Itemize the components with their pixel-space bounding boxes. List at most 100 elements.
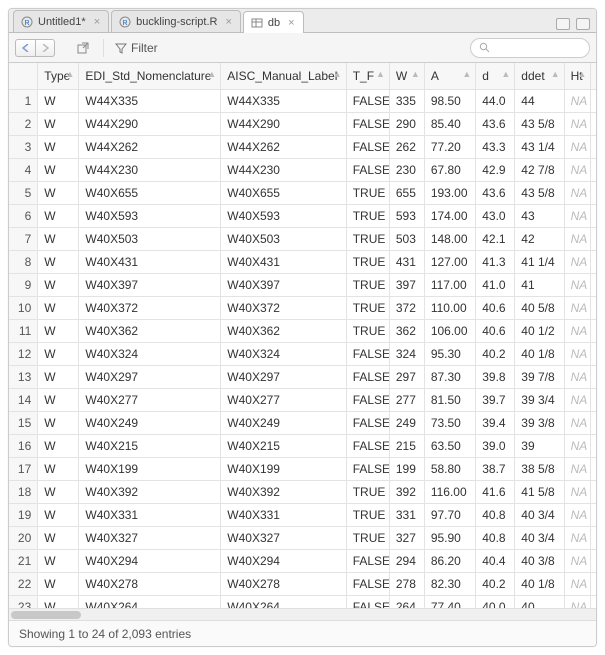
maximize-pane-icon[interactable] xyxy=(576,18,590,30)
cell: W40X215 xyxy=(79,434,221,457)
table-row[interactable]: 23WW40X264W40X264FALSE26477.4040.040NANA xyxy=(9,595,596,608)
table-row[interactable]: 10WW40X372W40X372TRUE372110.0040.640 5/8… xyxy=(9,296,596,319)
cell: W xyxy=(38,319,79,342)
close-icon[interactable]: × xyxy=(288,17,294,29)
sort-icon: ▲ xyxy=(462,69,471,79)
cell: 324 xyxy=(389,342,424,365)
table-row[interactable]: 12WW40X324W40X324FALSE32495.3040.240 1/8… xyxy=(9,342,596,365)
cell: W44X335 xyxy=(79,89,221,112)
cell: NA xyxy=(564,296,591,319)
table-row[interactable]: 13WW40X297W40X297FALSE29787.3039.839 7/8… xyxy=(9,365,596,388)
table-row[interactable]: 11WW40X362W40X362TRUE362106.0040.640 1/2… xyxy=(9,319,596,342)
cell: 278 xyxy=(389,572,424,595)
search-icon xyxy=(479,42,494,53)
table-row[interactable]: 16WW40X215W40X215FALSE21563.5039.039NANA xyxy=(9,434,596,457)
cell: 127.00 xyxy=(424,250,475,273)
cell: 58.80 xyxy=(424,457,475,480)
col-w[interactable]: W▲ xyxy=(389,63,424,89)
col-edi[interactable]: EDI_Std_Nomenclature▲ xyxy=(79,63,221,89)
close-icon[interactable]: × xyxy=(225,16,231,28)
cell: 39.4 xyxy=(476,411,515,434)
cell: 18 xyxy=(9,480,38,503)
horizontal-scrollbar[interactable] xyxy=(9,608,596,620)
filter-button[interactable]: Filter xyxy=(115,41,158,55)
cell: W xyxy=(38,480,79,503)
close-icon[interactable]: × xyxy=(94,16,100,28)
table-row[interactable]: 14WW40X277W40X277FALSE27781.5039.739 3/4… xyxy=(9,388,596,411)
cell: 23 xyxy=(9,595,38,608)
table-row[interactable]: 2WW44X290W44X290FALSE29085.4043.643 5/8N… xyxy=(9,112,596,135)
table-row[interactable]: 7WW40X503W40X503TRUE503148.0042.142NANA xyxy=(9,227,596,250)
cell: 38 5/8 xyxy=(515,457,564,480)
cell: NA xyxy=(564,526,591,549)
table-icon xyxy=(250,16,264,30)
tab-db[interactable]: db × xyxy=(243,11,304,33)
scrollbar-thumb[interactable] xyxy=(11,611,81,619)
tab-buckling-script[interactable]: R buckling-script.R × xyxy=(111,10,241,32)
table-row[interactable]: 5WW40X655W40X655TRUE655193.0043.643 5/8N… xyxy=(9,181,596,204)
cell: 593 xyxy=(389,204,424,227)
cell: 503 xyxy=(389,227,424,250)
col-d[interactable]: d▲ xyxy=(476,63,515,89)
cell: W xyxy=(38,457,79,480)
cell: W xyxy=(38,296,79,319)
col-type[interactable]: Type▲ xyxy=(38,63,79,89)
cell: 43.3 xyxy=(476,135,515,158)
cell: NA xyxy=(564,503,591,526)
cell: FALSE xyxy=(346,434,389,457)
col-rownum[interactable] xyxy=(9,63,38,89)
col-h[interactable]: h▲ xyxy=(591,63,596,89)
cell: W xyxy=(38,549,79,572)
cell: 13 xyxy=(9,365,38,388)
search-field[interactable] xyxy=(494,41,574,55)
table-row[interactable]: 17WW40X199W40X199FALSE19958.8038.738 5/8… xyxy=(9,457,596,480)
cell: W40X294 xyxy=(221,549,346,572)
table-row[interactable]: 15WW40X249W40X249FALSE24973.5039.439 3/8… xyxy=(9,411,596,434)
table-row[interactable]: 8WW40X431W40X431TRUE431127.0041.341 1/4N… xyxy=(9,250,596,273)
table-row[interactable]: 1WW44X335W44X335FALSE33598.5044.044NANA xyxy=(9,89,596,112)
cell: 39.8 xyxy=(476,365,515,388)
cell: W40X392 xyxy=(221,480,346,503)
table-row[interactable]: 9WW40X397W40X397TRUE397117.0041.041NANA xyxy=(9,273,596,296)
back-button[interactable] xyxy=(15,39,35,57)
cell: NA xyxy=(564,411,591,434)
data-viewer-panel: R Untitled1* × R buckling-script.R × db … xyxy=(8,8,597,647)
table-row[interactable]: 21WW40X294W40X294FALSE29486.2040.440 3/8… xyxy=(9,549,596,572)
popout-icon[interactable] xyxy=(73,39,93,57)
table-row[interactable]: 3WW44X262W44X262FALSE26277.2043.343 1/4N… xyxy=(9,135,596,158)
table-row[interactable]: 20WW40X327W40X327TRUE32795.9040.840 3/4N… xyxy=(9,526,596,549)
cell: 40 1/8 xyxy=(515,572,564,595)
cell: 335 xyxy=(389,89,424,112)
sort-icon: ▲ xyxy=(65,69,74,79)
cell: 40 xyxy=(515,595,564,608)
cell: 40.8 xyxy=(476,526,515,549)
cell: W xyxy=(38,595,79,608)
cell: W xyxy=(38,227,79,250)
col-tf[interactable]: T_F▲ xyxy=(346,63,389,89)
cell: W40X215 xyxy=(221,434,346,457)
table-row[interactable]: 6WW40X593W40X593TRUE593174.0043.043NANA xyxy=(9,204,596,227)
table-row[interactable]: 19WW40X331W40X331TRUE33197.7040.840 3/4N… xyxy=(9,503,596,526)
minimize-pane-icon[interactable] xyxy=(556,18,570,30)
cell: FALSE xyxy=(346,388,389,411)
cell: W40X264 xyxy=(79,595,221,608)
cell: 42.1 xyxy=(476,227,515,250)
col-ddet[interactable]: ddet▲ xyxy=(515,63,564,89)
col-a[interactable]: A▲ xyxy=(424,63,475,89)
table-row[interactable]: 18WW40X392W40X392TRUE392116.0041.641 5/8… xyxy=(9,480,596,503)
col-ht[interactable]: Ht▲ xyxy=(564,63,591,89)
cell: W40X297 xyxy=(221,365,346,388)
forward-button[interactable] xyxy=(35,39,55,57)
cell: 40 1/2 xyxy=(515,319,564,342)
cell: 40.0 xyxy=(476,595,515,608)
table-row[interactable]: 22WW40X278W40X278FALSE27882.3040.240 1/8… xyxy=(9,572,596,595)
data-table: Type▲ EDI_Std_Nomenclature▲ AISC_Manual_… xyxy=(9,63,596,608)
cell: 41.3 xyxy=(476,250,515,273)
cell: W40X392 xyxy=(79,480,221,503)
tab-untitled1[interactable]: R Untitled1* × xyxy=(13,10,109,32)
col-aisc[interactable]: AISC_Manual_Label▲ xyxy=(221,63,346,89)
table-row[interactable]: 4WW44X230W44X230FALSE23067.8042.942 7/8N… xyxy=(9,158,596,181)
cell: W xyxy=(38,503,79,526)
cell: TRUE xyxy=(346,227,389,250)
search-input[interactable] xyxy=(470,38,590,58)
